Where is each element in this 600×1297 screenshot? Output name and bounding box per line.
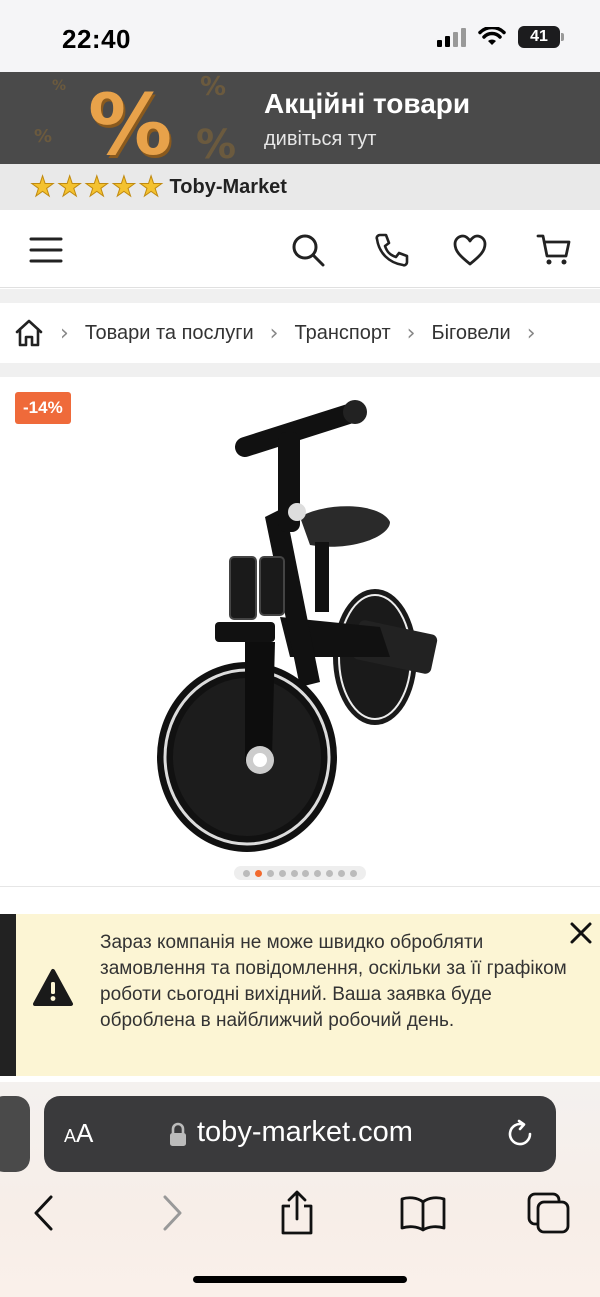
chevron-right-icon: ›	[269, 320, 279, 346]
gallery-dot[interactable]	[338, 869, 346, 877]
share-button[interactable]	[272, 1188, 322, 1238]
breadcrumb-item[interactable]: Транспорт	[294, 322, 390, 345]
gallery-dot[interactable]	[266, 869, 274, 877]
product-gallery[interactable]: -14%	[0, 377, 600, 887]
star-icon: ★	[57, 170, 83, 203]
gallery-pagination[interactable]	[234, 866, 366, 880]
heart-icon[interactable]	[450, 230, 490, 270]
browser-toolbar: AA toby-market.com	[0, 1082, 600, 1297]
chevron-left-icon	[34, 1195, 53, 1231]
percent-icon: %	[88, 76, 173, 164]
chevron-right-icon: ›	[406, 320, 416, 346]
breadcrumb-item[interactable]: Біговели	[431, 322, 510, 345]
url-text: toby-market.com	[197, 1116, 413, 1148]
wifi-icon	[478, 27, 506, 45]
gallery-dot[interactable]	[326, 869, 334, 877]
star-icon: ★	[29, 170, 56, 203]
chevron-right-icon	[163, 1195, 182, 1231]
battery-icon: 41	[518, 26, 564, 48]
home-icon[interactable]	[14, 318, 44, 348]
back-button[interactable]	[18, 1188, 68, 1238]
promo-subtitle: дивіться тут	[264, 128, 377, 150]
gallery-dot[interactable]	[242, 869, 250, 877]
book-icon	[400, 1196, 446, 1232]
forward-button[interactable]	[148, 1188, 198, 1238]
gallery-dot[interactable]	[278, 869, 286, 877]
site-header	[0, 210, 600, 288]
warning-icon	[33, 969, 73, 1006]
gallery-dot[interactable]	[314, 869, 322, 877]
breadcrumb-item[interactable]: Товари та послуги	[85, 322, 254, 345]
reader-settings-button[interactable]: AA	[64, 1118, 93, 1149]
promo-title: Акційні товари	[264, 88, 471, 119]
product-image	[157, 400, 438, 852]
lock-icon	[170, 1122, 186, 1146]
phone-icon[interactable]	[372, 230, 412, 270]
previous-tab-preview[interactable]	[0, 1096, 30, 1172]
star-icon: ★	[84, 170, 110, 203]
cart-icon[interactable]	[534, 230, 574, 270]
close-icon[interactable]	[566, 918, 596, 948]
discount-badge: -14%	[15, 392, 71, 424]
address-bar[interactable]: AA toby-market.com	[44, 1096, 556, 1172]
chevron-right-icon: ›	[526, 320, 536, 346]
gallery-dot-active[interactable]	[254, 869, 262, 877]
closed-notice: Зараз компанія не може швидко обробляти …	[0, 914, 600, 1076]
breadcrumb: › Товари та послуги › Транспорт › Бігове…	[0, 303, 600, 363]
status-time: 22:40	[62, 24, 131, 54]
bookmarks-button[interactable]	[398, 1188, 448, 1238]
status-bar: 22:40 41	[0, 0, 600, 72]
home-indicator[interactable]	[193, 1276, 407, 1283]
tabs-button[interactable]	[524, 1188, 574, 1238]
tabs-icon	[527, 1192, 570, 1234]
status-icons: 41	[437, 26, 564, 48]
star-icon: ★	[111, 170, 137, 203]
search-icon[interactable]	[288, 230, 328, 270]
gallery-dot[interactable]	[290, 869, 298, 877]
share-icon	[281, 1190, 313, 1235]
promo-banner[interactable]: % % % % % Акційні товари дивіться тут	[0, 72, 600, 164]
star-icon: ★	[138, 170, 164, 203]
menu-icon[interactable]	[26, 230, 66, 270]
rating-stars: ★ ★ ★ ★ ★	[29, 170, 164, 203]
reload-icon[interactable]	[504, 1118, 536, 1150]
gallery-dot[interactable]	[302, 869, 310, 877]
gallery-dot[interactable]	[350, 869, 358, 877]
store-name: Toby-Market	[169, 175, 287, 198]
cellular-signal-icon	[437, 27, 466, 47]
chevron-right-icon: ›	[60, 320, 69, 346]
store-rating[interactable]: ★ ★ ★ ★ ★ Toby-Market	[0, 164, 600, 210]
notice-text: Зараз компанія не може швидко обробляти …	[100, 932, 567, 1031]
